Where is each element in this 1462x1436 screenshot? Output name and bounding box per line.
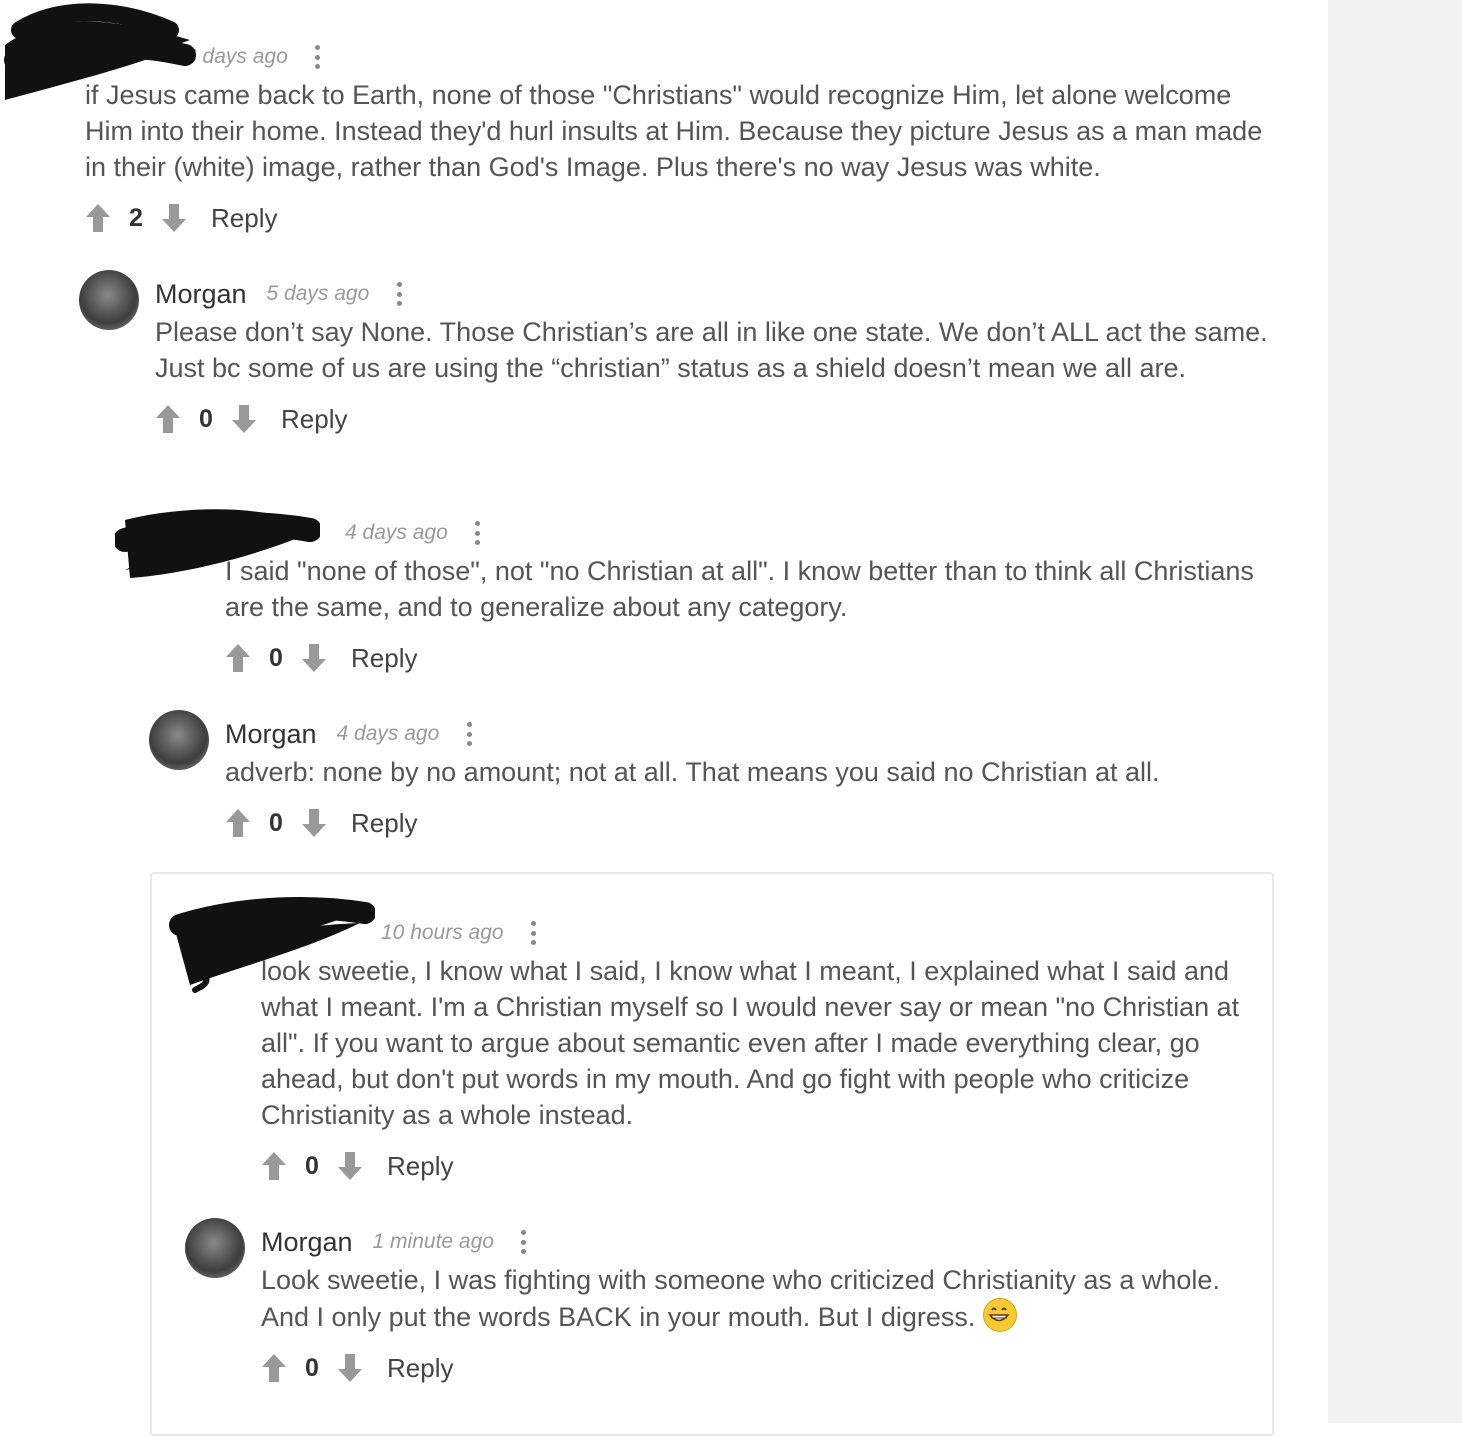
comment-timestamp: 4 days ago	[345, 521, 448, 544]
comment: Morgan 4 days ago adverb: none by no amo…	[225, 714, 1275, 843]
comment: Morgan 1 minute ago Look sweetie, I was …	[261, 1222, 1241, 1388]
arrow-down-icon[interactable]	[337, 1353, 363, 1383]
kebab-menu-icon[interactable]	[472, 521, 484, 545]
redaction-scribble	[4, 3, 196, 100]
reply-button[interactable]: Reply	[387, 1353, 453, 1384]
reply-button[interactable]: Reply	[351, 808, 417, 839]
comment-body: I said "none of those", not "no Christia…	[225, 556, 1254, 622]
comment-thread: 6 days ago if Jesus came back to Earth, …	[0, 0, 1328, 1436]
reply-button[interactable]: Reply	[281, 404, 347, 435]
redaction-scribble	[169, 897, 375, 993]
comment-body: look sweetie, I know what I said, I know…	[261, 956, 1240, 1130]
reply-button[interactable]: Reply	[387, 1151, 453, 1182]
comment: 10 hours ago look sweetie, I know what I…	[261, 913, 1241, 1186]
vote-score: 0	[269, 643, 283, 672]
reply-button[interactable]: Reply	[211, 203, 277, 234]
avatar[interactable]	[79, 270, 139, 330]
comment-author[interactable]: Morgan	[225, 719, 317, 750]
avatar[interactable]	[185, 1218, 245, 1278]
comment: 6 days ago if Jesus came back to Earth, …	[85, 37, 1285, 238]
arrow-down-icon[interactable]	[161, 203, 187, 233]
kebab-menu-icon[interactable]	[528, 921, 540, 945]
vote-score: 0	[199, 404, 213, 433]
arrow-up-icon[interactable]	[155, 404, 181, 434]
comment: Morgan 5 days ago Please don’t say None.…	[155, 274, 1275, 439]
grinning-face-emoji	[982, 1298, 1017, 1332]
comment-text: Look sweetie, I was fighting with someon…	[261, 1265, 1220, 1332]
comment-body: Please don’t say None. Those Christian’s…	[155, 317, 1268, 383]
comment-body: Look sweetie, I was fighting with someon…	[261, 1262, 1241, 1335]
comment-body: if Jesus came back to Earth, none of tho…	[85, 80, 1263, 182]
arrow-down-icon[interactable]	[337, 1151, 363, 1181]
arrow-up-icon[interactable]	[261, 1151, 287, 1181]
kebab-menu-icon[interactable]	[463, 722, 475, 746]
arrow-up-icon[interactable]	[261, 1353, 287, 1383]
avatar[interactable]	[149, 710, 209, 770]
vote-score: 0	[269, 808, 283, 837]
comment-timestamp: 1 minute ago	[372, 1230, 494, 1253]
comment-timestamp: 5 days ago	[266, 282, 370, 305]
redaction-scribble	[115, 509, 320, 578]
kebab-menu-icon[interactable]	[312, 45, 324, 69]
arrow-up-icon[interactable]	[85, 203, 111, 233]
comment: 4 days ago I said "none of those", not "…	[225, 513, 1275, 678]
comment-body: adverb: none by no amount; not at all. T…	[225, 757, 1160, 787]
side-panel	[1328, 0, 1462, 1423]
comment-timestamp: 6 days ago	[185, 45, 288, 68]
vote-score: 0	[305, 1353, 319, 1382]
comment-author[interactable]: Morgan	[261, 1227, 353, 1258]
comment-author[interactable]: Morgan	[155, 279, 247, 310]
arrow-down-icon[interactable]	[301, 808, 327, 838]
arrow-down-icon[interactable]	[231, 404, 257, 434]
vote-score: 2	[129, 203, 143, 232]
arrow-up-icon[interactable]	[225, 643, 251, 673]
comment-timestamp: 10 hours ago	[381, 921, 504, 944]
comment-timestamp: 4 days ago	[336, 722, 440, 745]
arrow-up-icon[interactable]	[225, 808, 251, 838]
reply-button[interactable]: Reply	[351, 643, 417, 674]
arrow-down-icon[interactable]	[301, 643, 327, 673]
kebab-menu-icon[interactable]	[518, 1230, 530, 1254]
kebab-menu-icon[interactable]	[393, 282, 405, 306]
vote-score: 0	[305, 1151, 319, 1180]
